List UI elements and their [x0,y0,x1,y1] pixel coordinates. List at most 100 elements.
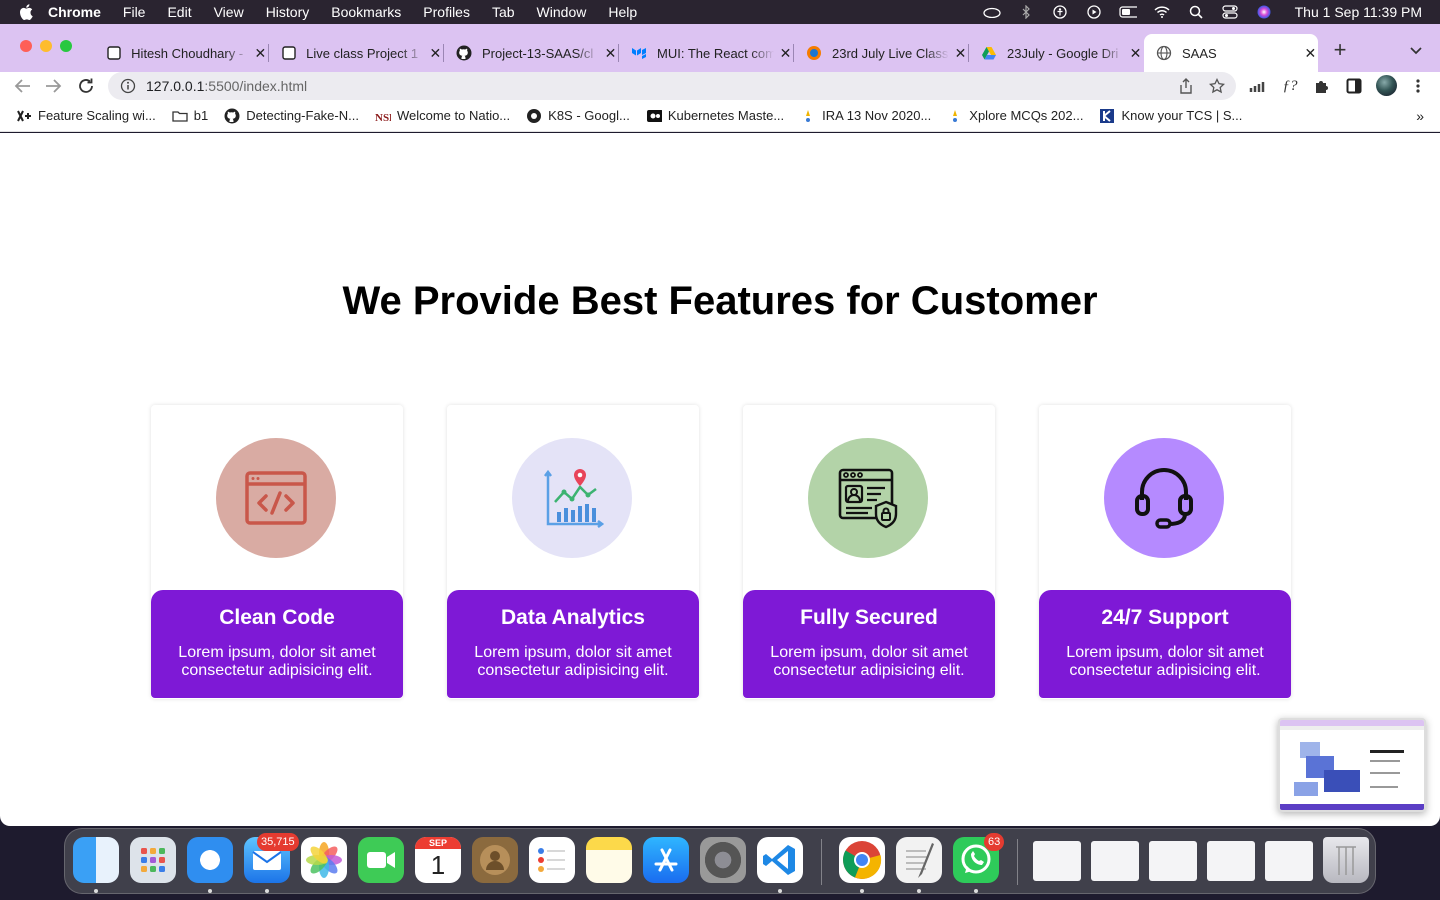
play-icon[interactable] [1085,5,1103,19]
url-host: 127.0.0.1 [146,78,205,94]
finder-icon[interactable] [73,837,119,883]
tab-saas-active[interactable]: SAAS ✕ [1144,34,1318,72]
vscode-icon[interactable] [757,837,803,883]
tab-google-drive[interactable]: 23July - Google Dri ✕ [971,34,1143,72]
menu-file[interactable]: File [123,4,146,20]
url-text[interactable]: 127.0.0.1:5500/index.html [146,78,307,94]
safari-icon[interactable] [187,837,233,883]
tab-title: 23July - Google Dri [1007,45,1119,61]
bookmark-folder[interactable]: b1 [172,108,208,124]
bookmark-label: Know your TCS | S... [1121,108,1243,123]
bookmark-item[interactable]: NSR Welcome to Natio... [375,108,510,124]
menu-view[interactable]: View [214,4,244,20]
tab-title: MUI: The React com [657,45,774,61]
launchpad-icon[interactable] [130,837,176,883]
menu-history[interactable]: History [266,4,310,20]
close-tab-icon[interactable]: ✕ [428,45,443,61]
tab-mui[interactable]: MUI: The React com ✕ [621,34,794,72]
bookmark-star-icon[interactable] [1209,78,1225,94]
minimized-window-thumbnail[interactable] [1033,841,1081,881]
photos-icon[interactable] [301,837,347,883]
siri-icon[interactable] [1255,5,1273,19]
textedit-icon[interactable] [896,837,942,883]
svg-text:NSR: NSR [375,112,391,124]
bookmark-item[interactable]: Detecting-Fake-N... [224,108,359,124]
menu-tab[interactable]: Tab [492,4,515,20]
running-indicator [917,889,921,893]
tab-23rd-july-live-class[interactable]: 23rd July Live Class ✕ [796,34,969,72]
notes-icon[interactable] [586,837,632,883]
zoom-window-button[interactable] [60,40,72,52]
running-indicator [860,889,864,893]
tab-live-class-project[interactable]: Live class Project 1 ✕ [271,34,444,72]
new-tab-button[interactable]: + [1330,39,1350,61]
forward-arrow-icon[interactable] [44,76,64,96]
menu-bar-clock[interactable]: Thu 1 Sep 11:39 PM [1295,4,1422,20]
close-tab-icon[interactable]: ✕ [253,45,268,61]
bookmark-item[interactable]: IRA 13 Nov 2020... [800,108,931,124]
close-window-button[interactable] [20,40,32,52]
minimized-window-thumbnail[interactable] [1149,841,1197,881]
extension-chart-icon[interactable] [1248,76,1268,96]
close-tab-icon[interactable]: ✕ [953,45,968,61]
folder-icon [172,108,188,124]
menu-window[interactable]: Window [537,4,587,20]
close-tab-icon[interactable]: ✕ [778,45,793,61]
extensions-puzzle-icon[interactable] [1312,76,1332,96]
menu-bookmarks[interactable]: Bookmarks [331,4,401,20]
tab-hitesh-choudhary[interactable]: Hitesh Choudhary - ✕ [96,34,269,72]
reload-icon[interactable] [76,76,96,96]
more-bookmarks-chevron-icon[interactable]: » [1416,108,1424,124]
trash-icon[interactable] [1323,837,1369,883]
close-tab-icon[interactable]: ✕ [1303,45,1318,61]
minimize-window-button[interactable] [40,40,52,52]
screenshot-preview-thumbnail[interactable] [1278,718,1426,812]
tab-search-chevron-icon[interactable] [1408,42,1424,58]
menu-edit[interactable]: Edit [167,4,191,20]
share-icon[interactable] [1178,78,1194,94]
minimized-window-thumbnail[interactable] [1265,841,1313,881]
contacts-icon[interactable] [472,837,518,883]
running-indicator [94,889,98,893]
running-indicator [208,889,212,893]
battery-icon[interactable] [1119,5,1137,19]
control-center-icon[interactable] [1221,5,1239,19]
minimized-window-thumbnail[interactable] [1091,841,1139,881]
wifi-icon[interactable] [1153,5,1171,19]
bookmark-item[interactable]: Feature Scaling wi... [16,108,156,124]
creative-cloud-icon[interactable] [982,5,1001,19]
bookmark-item[interactable]: K8S - Googl... [526,108,630,124]
bluetooth-off-icon[interactable] [1017,5,1035,19]
menu-profiles[interactable]: Profiles [423,4,470,20]
back-arrow-icon[interactable] [12,76,32,96]
address-bar[interactable]: 127.0.0.1:5500/index.html [108,72,1236,100]
apple-icon[interactable] [18,4,34,20]
bookmark-label: Xplore MCQs 202... [969,108,1084,123]
k8s-icon [526,108,542,124]
system-preferences-icon[interactable] [700,837,746,883]
tab-strip: Hitesh Choudhary - ✕ Live class Project … [0,24,1440,72]
site-info-icon[interactable] [120,78,136,94]
spotlight-search-icon[interactable] [1187,5,1205,19]
bookmark-item[interactable]: Know your TCS | S... [1099,108,1242,124]
tab-github-project[interactable]: Project-13-SAAS/cl ✕ [446,34,619,72]
accessibility-icon[interactable] [1051,5,1069,19]
close-tab-icon[interactable]: ✕ [1128,45,1143,61]
feature-card-title: Data Analytics [501,606,645,629]
side-panel-icon[interactable] [1344,76,1364,96]
profile-avatar[interactable] [1376,75,1397,96]
menu-help[interactable]: Help [608,4,637,20]
bookmark-label: Welcome to Natio... [396,108,511,123]
chrome-icon[interactable] [839,837,885,883]
minimized-window-thumbnail[interactable] [1207,841,1255,881]
reminders-icon[interactable] [529,837,575,883]
formula-extension-icon[interactable]: ƒ? [1280,76,1300,96]
bookmark-item[interactable]: Xplore MCQs 202... [947,108,1083,124]
bookmark-item[interactable]: Kubernetes Maste... [646,108,784,124]
menu-chrome[interactable]: Chrome [48,4,101,20]
kebab-menu-icon[interactable] [1408,76,1428,96]
close-tab-icon[interactable]: ✕ [603,45,618,61]
calendar-icon[interactable]: SEP 1 [415,837,461,883]
facetime-icon[interactable] [358,837,404,883]
app-store-icon[interactable] [643,837,689,883]
